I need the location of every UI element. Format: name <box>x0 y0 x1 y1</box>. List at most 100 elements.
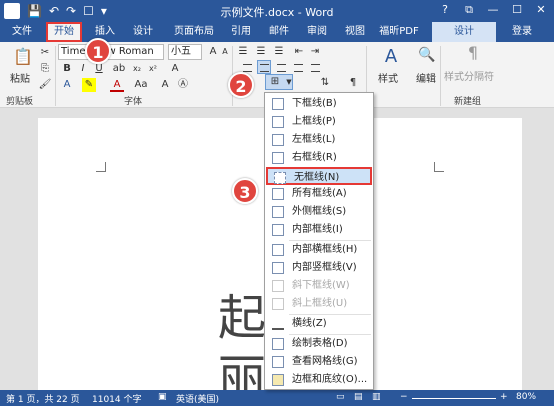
diagonal-up-border-icon <box>272 298 284 310</box>
menu-item-all-borders[interactable]: 所有框线(A) <box>266 185 372 203</box>
strikethrough-icon[interactable]: ab <box>112 62 126 76</box>
multilevel-list-icon[interactable]: ☰ <box>272 45 286 59</box>
gridlines-icon <box>272 356 284 368</box>
align-center-button[interactable] <box>257 60 271 74</box>
inside-horizontal-border-icon <box>272 244 284 256</box>
cut-icon[interactable]: ✂ <box>38 46 52 60</box>
menu-item-bottom-border[interactable]: 下框线(B) <box>266 95 372 113</box>
menu-item-borders-shading[interactable]: 边框和底纹(O)... <box>266 371 372 389</box>
highlight-icon[interactable]: ✎ <box>82 78 96 92</box>
font-group-label: 字体 <box>124 97 143 107</box>
draw-table-icon <box>272 338 284 350</box>
menu-item-inside-vertical[interactable]: 内部竖框线(V) <box>266 259 372 277</box>
menu-item-left-border[interactable]: 左框线(L) <box>266 131 372 149</box>
style-separator-label[interactable]: 样式分隔符 <box>444 68 494 83</box>
find-icon[interactable]: 🔍 <box>418 48 436 66</box>
page-count[interactable]: 第 1 页，共 22 页 <box>6 392 80 405</box>
borders-icon: ⊞ <box>270 76 280 87</box>
tab-view[interactable]: 视图 <box>340 22 370 42</box>
minimize-icon[interactable]: — <box>484 2 502 18</box>
clear-format-icon[interactable]: A <box>168 62 182 76</box>
tab-review[interactable]: 审阅 <box>302 22 332 42</box>
close-icon[interactable]: ✕ <box>532 2 550 18</box>
tab-foxit-pdf[interactable]: 福昕PDF <box>376 22 422 42</box>
copy-icon[interactable]: ⎘ <box>38 62 52 76</box>
tab-layout[interactable]: 页面布局 <box>166 22 222 42</box>
language-status[interactable]: 英语(美国) <box>176 392 219 405</box>
word-count[interactable]: 11014 个字 <box>92 392 142 405</box>
tab-table-design[interactable]: 设计 <box>432 22 496 42</box>
clipboard-group-label: 剪贴板 <box>6 97 34 107</box>
style-separator-icon[interactable]: ¶ <box>464 45 482 64</box>
window-controls: ? ⧉ — ☐ ✕ <box>436 2 550 18</box>
new-group-label: 新建组 <box>454 97 482 107</box>
numbering-icon[interactable]: ☰ <box>254 45 268 59</box>
maximize-icon[interactable]: ☐ <box>508 2 526 18</box>
menu-item-top-border[interactable]: 上框线(P) <box>266 113 372 131</box>
zoom-out-icon[interactable]: − <box>400 392 408 402</box>
text-effects-icon[interactable]: A <box>60 78 74 92</box>
increase-indent-icon[interactable]: ⇥ <box>308 45 322 59</box>
tab-file[interactable]: 文件 <box>6 22 38 42</box>
read-mode-icon[interactable]: ▭ <box>336 392 345 402</box>
paste-label[interactable]: 粘贴 <box>10 70 30 85</box>
char-shading-icon[interactable]: A <box>158 78 172 92</box>
web-layout-icon[interactable]: ▥ <box>372 392 381 402</box>
menu-item-inside-borders[interactable]: 内部框线(I) <box>266 221 372 239</box>
inside-borders-icon <box>272 224 284 236</box>
justify-button[interactable] <box>291 60 305 74</box>
editing-label[interactable]: 编辑 <box>416 70 436 85</box>
italic-icon[interactable]: I <box>76 62 90 76</box>
all-borders-icon <box>272 188 284 200</box>
tab-mailings[interactable]: 邮件 <box>264 22 294 42</box>
tab-references[interactable]: 引用 <box>226 22 256 42</box>
menu-item-diagonal-down: 斜下框线(W) <box>266 277 372 295</box>
show-marks-icon[interactable]: ¶ <box>346 76 360 90</box>
right-border-icon <box>272 152 284 164</box>
font-size-select[interactable]: 小五 <box>168 44 202 60</box>
bold-icon[interactable]: B <box>60 62 74 76</box>
ribbon-display-icon[interactable]: ⧉ <box>460 2 478 18</box>
menu-item-diagonal-up: 斜上框线(U) <box>266 295 372 313</box>
font-name-select[interactable]: Times New Roman <box>58 44 164 60</box>
align-right-button[interactable] <box>274 60 288 74</box>
sort-icon[interactable]: ⇅ <box>318 76 332 90</box>
diagonal-down-border-icon <box>272 280 284 292</box>
enclose-char-icon[interactable]: Ⓐ <box>176 78 190 92</box>
decrease-indent-icon[interactable]: ⇤ <box>292 45 306 59</box>
tab-home[interactable]: 开始 <box>46 22 82 42</box>
menu-item-outside-borders[interactable]: 外侧框线(S) <box>266 203 372 221</box>
borders-dropdown-button[interactable]: ⊞ ▼ <box>265 74 293 90</box>
menu-item-view-gridlines[interactable]: 查看网格线(G) <box>266 353 372 371</box>
bottom-border-icon <box>272 98 284 110</box>
tab-design[interactable]: 设计 <box>128 22 158 42</box>
font-color-icon[interactable]: A <box>110 78 124 92</box>
styles-icon[interactable]: A <box>380 46 402 68</box>
paste-icon[interactable]: 📋 <box>12 46 34 68</box>
zoom-in-icon[interactable]: + <box>500 392 508 402</box>
bullets-icon[interactable]: ☰ <box>236 45 250 59</box>
menu-item-draw-table[interactable]: 绘制表格(D) <box>266 335 372 353</box>
aa-case-icon[interactable]: Aa <box>134 78 148 92</box>
chevron-down-icon: ▼ <box>286 78 292 86</box>
step-badge-1: 1 <box>85 38 111 64</box>
zoom-level[interactable]: 80% <box>516 392 536 402</box>
menu-item-no-border[interactable]: 无框线(N) <box>266 167 372 185</box>
left-border-icon <box>272 134 284 146</box>
distributed-button[interactable] <box>308 60 322 74</box>
shrink-font-icon[interactable]: A <box>218 45 232 59</box>
login-link[interactable]: 登录 <box>512 22 532 42</box>
outside-borders-icon <box>272 206 284 218</box>
menu-item-inside-horizontal[interactable]: 内部横框线(H) <box>266 241 372 259</box>
borders-menu: 下框线(B) 上框线(P) 左框线(L) 右框线(R) 无框线(N) 所有框线(… <box>264 92 374 390</box>
superscript-icon[interactable]: x² <box>146 62 160 76</box>
subscript-icon[interactable]: x₂ <box>130 62 144 76</box>
print-layout-icon[interactable]: ▤ <box>354 392 363 402</box>
menu-item-horizontal-line[interactable]: 横线(Z) <box>266 315 372 333</box>
zoom-slider[interactable] <box>412 398 496 399</box>
format-painter-icon[interactable]: 🖌 <box>38 78 52 92</box>
styles-label[interactable]: 样式 <box>378 70 398 85</box>
menu-item-right-border[interactable]: 右框线(R) <box>266 149 372 167</box>
proofing-icon[interactable]: ▣ <box>158 392 167 402</box>
help-icon[interactable]: ? <box>436 2 454 18</box>
